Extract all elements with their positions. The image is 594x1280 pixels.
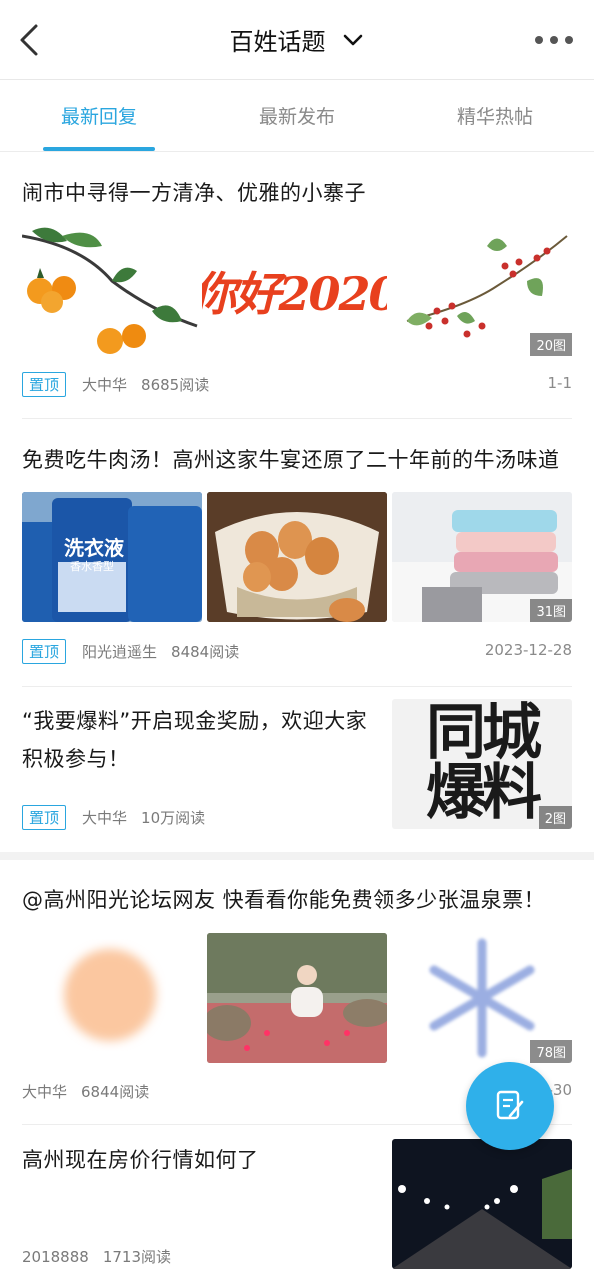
pinned-badge: 置顶 [22, 372, 67, 397]
post-images: 洗衣液 香水香型 31图 [22, 492, 572, 622]
post-meta: 置顶 阳光逍遥生 8484阅读 [22, 639, 239, 664]
image-count-badge: 20图 [530, 333, 572, 356]
banner-text: 你好2020 [202, 267, 387, 321]
tab-featured[interactable]: 精华热帖 [396, 80, 594, 151]
post-image[interactable]: 洗衣液 香水香型 [22, 492, 202, 622]
section-divider [0, 852, 594, 860]
post-images: 78图 [22, 933, 572, 1063]
read-count: 8685阅读 [141, 376, 210, 394]
read-count: 1713阅读 [102, 1248, 171, 1266]
post-image[interactable]: 同城 爆料 2图 [392, 699, 572, 829]
image-count-badge: 78图 [530, 1040, 572, 1063]
post-image[interactable]: 31图 [392, 492, 572, 622]
post-title: “我要爆料”开启现金奖励，欢迎大家 积极参与！ [22, 702, 382, 778]
post-title: 高州现在房价行情如何了 [22, 1148, 259, 1172]
compose-icon [496, 1090, 524, 1120]
pinned-badge: 置顶 [22, 639, 67, 664]
author-name[interactable]: 大中华 [82, 807, 127, 828]
pinned-badge: 置顶 [22, 805, 67, 830]
post-image[interactable] [22, 933, 202, 1063]
post-image[interactable]: 你好2020 [202, 226, 387, 356]
post-image[interactable]: 78图 [392, 933, 572, 1063]
author-name[interactable]: 大中华 [22, 1081, 67, 1102]
divider [22, 418, 572, 419]
post-time: 1-1 [547, 374, 573, 392]
top-bar: 百姓话题 [0, 0, 594, 80]
read-count: 10万阅读 [141, 809, 206, 827]
poster-text: 同城 [426, 699, 542, 768]
author-name[interactable]: 2018888 [22, 1248, 89, 1266]
post-image[interactable] [22, 226, 202, 356]
post-title-line: 积极参与！ [22, 747, 130, 771]
page-title: 百姓话题 [229, 28, 326, 56]
post-meta: 2018888 1713阅读 [22, 1246, 171, 1267]
chevron-down-icon [343, 34, 362, 45]
tab-latest-reply[interactable]: 最新回复 [0, 80, 198, 151]
author-name[interactable]: 阳光逍遥生 [82, 641, 157, 662]
post-images: 你好2020 20图 [22, 226, 572, 356]
more-options-icon[interactable] [534, 32, 574, 48]
tab-latest-post[interactable]: 最新发布 [198, 80, 396, 151]
image-count-badge: 31图 [530, 599, 572, 622]
post-time: 2023-12-28 [484, 641, 572, 659]
post-title: @高州阳光论坛网友 快看看你能免费领多少张温泉票！ [22, 888, 546, 912]
product-text: 洗衣液 [64, 536, 124, 560]
read-count: 8484阅读 [171, 643, 240, 661]
post-image[interactable] [207, 492, 387, 622]
post-title: 免费吃牛肉汤！高州这家牛宴还原了二十年前的牛汤味道 [22, 448, 560, 472]
post-title-line: “我要爆料”开启现金奖励，欢迎大家 [22, 709, 368, 733]
post-image[interactable] [392, 1139, 572, 1269]
post-image[interactable]: 20图 [387, 226, 572, 356]
title-dropdown[interactable]: 百姓话题 [0, 22, 594, 62]
compose-post-button[interactable] [466, 1062, 554, 1150]
product-subtext: 香水香型 [70, 560, 114, 573]
post-meta: 置顶 大中华 8685阅读 [22, 372, 209, 397]
post-meta: 置顶 大中华 10万阅读 [22, 805, 205, 830]
read-count: 6844阅读 [81, 1083, 150, 1101]
post-image[interactable] [207, 933, 387, 1063]
image-count-badge: 2图 [538, 806, 572, 829]
post-title: 闹市中寻得一方清净、优雅的小寨子 [22, 181, 366, 205]
post-meta: 大中华 6844阅读 [22, 1081, 149, 1102]
tab-bar: 最新回复 最新发布 精华热帖 [0, 80, 594, 152]
divider [22, 686, 572, 687]
author-name[interactable]: 大中华 [82, 374, 127, 395]
